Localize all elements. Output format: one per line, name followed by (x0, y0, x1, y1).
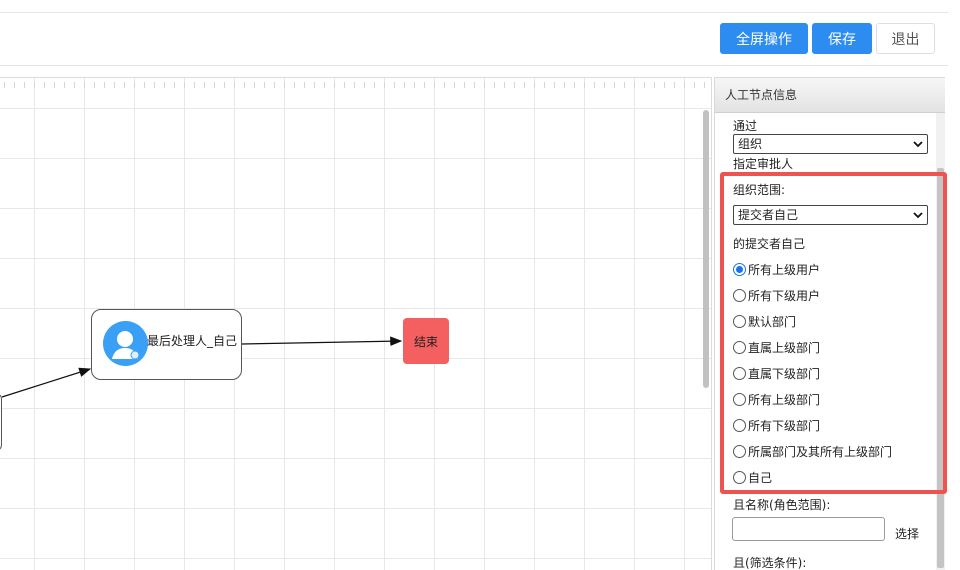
canvas-scrollbar[interactable] (703, 110, 709, 388)
end-node-label: 结束 (413, 334, 438, 349)
workflow-canvas[interactable]: 最后处理人_自己 结束 (0, 77, 712, 570)
role-name-input[interactable] (732, 517, 885, 541)
radio-button[interactable] (733, 367, 746, 380)
pass-label: 通过 (733, 119, 758, 133)
radio-button[interactable] (733, 341, 746, 354)
radio-button[interactable] (733, 393, 746, 406)
radio-label: 默认部门 (748, 315, 797, 329)
end-node[interactable]: 结束 (403, 318, 449, 364)
role-scope-label: 且名称(角色范围): (733, 498, 831, 512)
radio-option[interactable]: 所有上级用户 (733, 261, 820, 278)
previous-node[interactable] (0, 393, 2, 451)
radio-label: 自己 (748, 471, 773, 485)
radio-option[interactable]: 直属下级部门 (733, 365, 820, 382)
user-avatar-icon (103, 321, 148, 366)
panel-scrollbar[interactable] (937, 168, 944, 568)
select-link[interactable]: 选择 (895, 525, 919, 542)
radio-button[interactable] (733, 445, 746, 458)
org-scope-select-value: 提交者自己 (738, 208, 799, 222)
radio-option[interactable]: 所有下级用户 (733, 287, 820, 304)
filter-label: 且(筛选条件): (733, 556, 807, 570)
radio-button[interactable] (733, 315, 746, 328)
radio-option[interactable]: 所有上级部门 (733, 391, 820, 408)
node-properties-panel: 人工节点信息 通过 组织 指定审批人 组织范围: 提交者自己 的提交者自己 所有… (714, 77, 945, 570)
user-task-node[interactable]: 最后处理人_自己 (91, 309, 242, 380)
radio-option[interactable]: 默认部门 (733, 313, 796, 330)
top-divider (0, 12, 948, 13)
radio-label: 直属上级部门 (748, 341, 821, 355)
radio-label: 所有上级部门 (748, 393, 821, 407)
assign-approver-label: 指定审批人 (733, 157, 794, 171)
exit-button[interactable]: 退出 (876, 23, 935, 54)
chevron-down-icon (913, 212, 923, 219)
radio-button[interactable] (733, 289, 746, 302)
pass-select-value: 组织 (738, 137, 763, 151)
panel-title: 人工节点信息 (715, 78, 945, 113)
radio-label: 所有下级部门 (748, 419, 821, 433)
submitter-of-label: 的提交者自己 (733, 237, 806, 251)
save-button[interactable]: 保存 (812, 23, 872, 54)
org-scope-label: 组织范围: (733, 183, 786, 197)
radio-label: 所属部门及其所有上级部门 (748, 445, 893, 459)
radio-button[interactable] (733, 263, 746, 276)
edge-to-end-node (241, 336, 403, 347)
radio-label: 直属下级部门 (748, 367, 821, 381)
org-scope-select[interactable]: 提交者自己 (733, 205, 928, 225)
radio-label: 所有上级用户 (748, 263, 821, 277)
radio-option[interactable]: 所属部门及其所有上级部门 (733, 443, 892, 460)
fullscreen-button[interactable]: 全屏操作 (720, 23, 808, 54)
chevron-down-icon (913, 141, 923, 148)
radio-label: 所有下级用户 (748, 289, 821, 303)
radio-option[interactable]: 自己 (733, 469, 772, 486)
pass-select[interactable]: 组织 (733, 134, 928, 154)
toolbar-divider (0, 65, 948, 66)
radio-button[interactable] (733, 419, 746, 432)
radio-button[interactable] (733, 471, 746, 484)
edge-to-user-node (1, 367, 92, 398)
radio-option[interactable]: 直属上级部门 (733, 339, 820, 356)
radio-option[interactable]: 所有下级部门 (733, 417, 820, 434)
user-task-label: 最后处理人_自己 (147, 334, 238, 348)
